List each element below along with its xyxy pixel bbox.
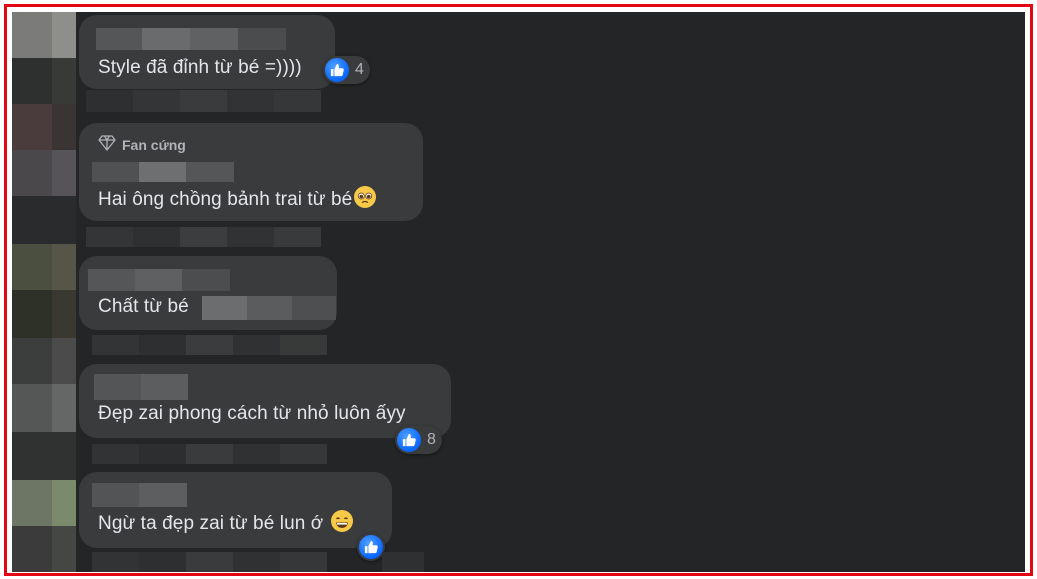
like-icon: [325, 58, 349, 82]
reaction-count: 8: [427, 431, 436, 448]
reaction-summary[interactable]: 8: [395, 426, 442, 454]
reaction-summary[interactable]: 4: [323, 56, 370, 84]
fan-badge[interactable]: Fan cứng: [98, 135, 186, 154]
comment-actions-blurred[interactable]: [92, 335, 327, 355]
comment-text: Đẹp zai phong cách từ nhỏ luôn ấyy: [98, 403, 406, 424]
comment-actions-blurred[interactable]: [86, 227, 321, 247]
comment-text-blurred: [202, 296, 336, 320]
comment-actions-blurred[interactable]: [92, 444, 327, 464]
author-name-blurred[interactable]: [88, 269, 230, 291]
comment-thread: Style đã đỉnh từ bé =)))) 4 Fan cứng Hai…: [12, 12, 1025, 572]
avatar-column: [12, 12, 76, 572]
comment-text: Hai ông chồng bảnh trai từ bé: [98, 186, 377, 212]
comment-actions-blurred[interactable]: [92, 552, 424, 572]
like-icon: [397, 428, 421, 452]
comment-text-content: Ngừ ta đẹp zai từ bé lun ớ: [98, 513, 324, 534]
comment-text: Ngừ ta đẹp zai từ bé lun ớ: [98, 510, 353, 536]
author-name-blurred[interactable]: [92, 162, 234, 182]
diamond-icon: [98, 135, 116, 154]
badge-label: Fan cứng: [122, 136, 186, 153]
comment-text: Style đã đỉnh từ bé =)))): [98, 57, 302, 78]
comment-text-content: Hai ông chồng bảnh trai từ bé: [98, 189, 353, 210]
author-name-blurred[interactable]: [96, 28, 286, 50]
reaction-count: 4: [355, 61, 364, 78]
comment-actions-blurred[interactable]: [86, 90, 321, 112]
author-name-blurred[interactable]: [92, 483, 187, 507]
pleading-face-emoji: [354, 186, 377, 208]
author-name-blurred[interactable]: [94, 374, 188, 400]
comment-text: Chất từ bé: [98, 296, 189, 317]
grinning-face-emoji: [330, 510, 353, 532]
